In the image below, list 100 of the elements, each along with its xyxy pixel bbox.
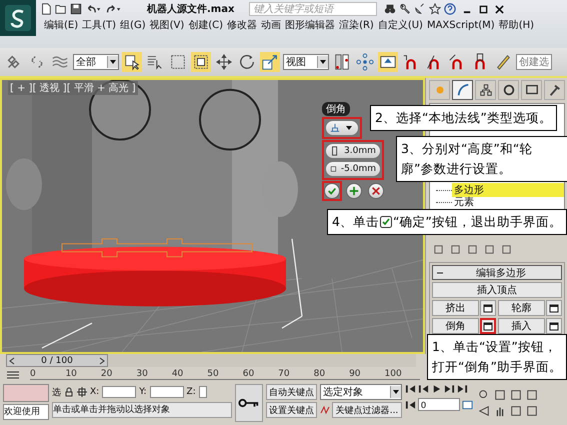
command-panel-tab[interactable] — [521, 80, 542, 100]
caddy-value-field[interactable]: -5.0mm — [325, 161, 381, 177]
auto-key-button[interactable]: 自动关键点 — [266, 384, 317, 400]
current-frame-field[interactable]: 0 — [418, 398, 460, 411]
command-panel-tab[interactable] — [475, 80, 496, 100]
open-folder-icon[interactable] — [55, 3, 67, 15]
lock-icon[interactable] — [64, 387, 74, 397]
stack-tool-icon[interactable] — [501, 244, 512, 255]
key-filters-button[interactable]: 关键点过滤器... — [332, 402, 402, 418]
menu-item[interactable]: MAXScript(M) — [424, 18, 497, 32]
hammer-icon — [548, 83, 562, 97]
rollout-header[interactable]: 编辑多边形 — [432, 265, 562, 280]
play-icon[interactable] — [431, 384, 442, 394]
window-icon — [483, 303, 493, 313]
close-icon[interactable] — [495, 4, 504, 14]
previous-frame-icon[interactable] — [418, 384, 429, 394]
scale-icon[interactable] — [260, 52, 280, 72]
menu-item[interactable]: 帮助(H) — [496, 18, 536, 32]
window-icon — [549, 303, 559, 313]
window-title: 机器人源文件.max — [147, 2, 234, 16]
normal-icon — [330, 123, 340, 133]
nodes-icon[interactable] — [355, 52, 375, 72]
stack-tool-icon[interactable] — [433, 244, 444, 255]
key-mode-dropdown[interactable]: 选定对象 — [320, 384, 402, 400]
menu-item[interactable]: 工具(T) — [80, 18, 118, 32]
settings-button[interactable] — [480, 318, 496, 334]
next-frame-icon[interactable] — [444, 384, 455, 394]
monitor-icon — [524, 83, 538, 97]
viewport-label[interactable]: [ + ][ 透视 ][ 平滑 + 高光 ] — [8, 81, 138, 95]
settings-button[interactable] — [546, 318, 562, 334]
bevel-type-dropdown[interactable] — [322, 117, 362, 139]
redo-icon[interactable] — [105, 3, 122, 15]
go-to-end-icon[interactable] — [457, 384, 468, 394]
menu-item[interactable]: 修改器 — [225, 18, 260, 32]
menu-item[interactable]: 动画 — [259, 18, 284, 32]
stack-tool-icon[interactable] — [450, 244, 461, 255]
ok-button[interactable] — [322, 181, 342, 201]
app-logo-icon[interactable] — [0, 0, 36, 36]
check-icon — [327, 186, 337, 196]
caddy-title: 倒角 — [322, 102, 350, 116]
menu-item[interactable]: 渲染(R) — [337, 18, 376, 32]
reference-coordinate-dropdown[interactable]: 视图 — [283, 54, 329, 70]
rotate-icon[interactable] — [237, 52, 257, 72]
zoom-icon[interactable] — [478, 389, 490, 401]
crosshair-icon[interactable] — [77, 387, 87, 397]
named-selection-field[interactable]: 创建选 — [516, 54, 552, 70]
tick-label: 40 — [172, 369, 184, 379]
y-coordinate-field[interactable] — [150, 386, 184, 398]
caddy-value-field[interactable]: 3.0mm — [325, 143, 381, 159]
menu-item[interactable]: 视图(V) — [148, 18, 186, 32]
tick-label: 60 — [242, 369, 256, 379]
rollout-button[interactable]: 插入 — [498, 318, 545, 334]
selection-filter-dropdown[interactable]: 全部 — [73, 54, 119, 70]
stack-item[interactable]: 多边形 — [452, 183, 564, 197]
star-icon[interactable] — [429, 3, 442, 15]
callout-text: 2、选择“本地法线”类型选项。 — [370, 105, 557, 131]
rollout-button[interactable]: 插入顶点 — [432, 282, 562, 298]
menu-item[interactable]: 图形编辑器 — [283, 18, 338, 32]
rollout-button[interactable]: 倒角 — [432, 318, 479, 334]
move-icon[interactable] — [214, 52, 234, 72]
time-slider-track[interactable]: 0 / 100 — [6, 354, 416, 367]
command-panel-tab[interactable] — [452, 80, 473, 100]
settings-button[interactable] — [546, 300, 562, 316]
stack-tool-icon[interactable] — [484, 244, 495, 255]
stack-item[interactable]: 元素 — [452, 195, 564, 209]
save-icon[interactable] — [70, 3, 82, 15]
time-config-icon[interactable] — [462, 400, 473, 410]
search-field[interactable]: 键入关键字或短语 — [249, 2, 378, 16]
rollout-button[interactable]: 挤出 — [432, 300, 479, 316]
stack-tool-icon[interactable] — [467, 244, 478, 255]
select-object-icon[interactable] — [122, 52, 142, 72]
command-panel-tab[interactable] — [544, 80, 565, 100]
color-swatch[interactable] — [3, 384, 49, 402]
satellite-icon[interactable] — [414, 3, 426, 15]
x-coordinate-field[interactable] — [102, 386, 136, 398]
time-slider-thumb[interactable]: 0 / 100 — [6, 354, 108, 367]
track-bar[interactable]: 0 10 20 30 40 50 60 70 80 90 100 — [30, 369, 420, 380]
menu-item[interactable]: 创建(C) — [186, 18, 226, 32]
window-crossing-icon[interactable] — [191, 52, 211, 72]
settings-button[interactable] — [480, 300, 496, 316]
set-key-mode-button[interactable] — [235, 384, 263, 422]
menu-item[interactable]: 编辑(E) — [42, 18, 80, 32]
binoculars-icon[interactable] — [384, 3, 396, 15]
set-key-button[interactable]: 设置关键点 — [266, 402, 317, 418]
maximize-icon[interactable] — [479, 4, 488, 14]
menu-item[interactable]: 自定义(U) — [376, 18, 425, 32]
rollout-title: 编辑多边形 — [475, 266, 527, 280]
field-of-view-icon[interactable] — [478, 405, 490, 417]
undo-icon[interactable] — [85, 3, 102, 15]
menu-item[interactable]: 组(G) — [118, 18, 148, 32]
go-to-start-icon[interactable] — [405, 384, 416, 394]
help-icon[interactable] — [444, 3, 456, 15]
rollout-button[interactable]: 轮廓 — [498, 300, 545, 316]
new-file-icon[interactable] — [40, 3, 52, 15]
command-panel-tab[interactable] — [498, 80, 519, 100]
track-bar-icon[interactable] — [6, 370, 20, 380]
plus-icon — [349, 186, 359, 196]
key-mode-toggle-icon[interactable] — [405, 400, 416, 410]
wrench-icon[interactable] — [399, 3, 412, 15]
z-coordinate-field[interactable] — [198, 386, 207, 398]
